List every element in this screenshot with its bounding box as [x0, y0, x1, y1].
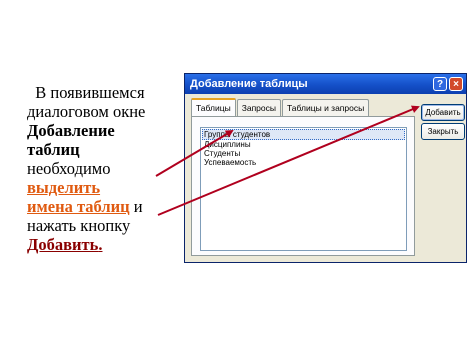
dialog-title: Добавление таблицы	[190, 78, 308, 90]
caption-line: В появившемся	[35, 83, 145, 102]
add-button[interactable]: Добавить	[421, 104, 465, 121]
tab-queries[interactable]: Запросы	[236, 99, 281, 116]
caption-dialog-name: Добавление	[27, 121, 115, 140]
list-item[interactable]: Успеваемость	[202, 158, 405, 167]
add-table-dialog: Добавление таблицы ? × Таблицы Запросы Т…	[184, 73, 467, 263]
caption-highlight-2: имена таблиц и	[27, 197, 143, 216]
tab-tables[interactable]: Таблицы	[191, 98, 236, 117]
close-button[interactable]: Закрыть	[421, 123, 465, 140]
caption-highlight: выделить	[27, 178, 101, 197]
caption-line: диалоговом окне	[27, 102, 146, 121]
list-item[interactable]: Студенты	[202, 149, 405, 158]
help-button[interactable]: ?	[433, 77, 447, 91]
title-bar: Добавление таблицы ? ×	[185, 74, 466, 94]
close-icon[interactable]: ×	[449, 77, 463, 91]
caption-button-name: Добавить.	[27, 235, 103, 254]
tab-tables-and-queries[interactable]: Таблицы и запросы	[282, 99, 370, 116]
caption-line: необходимо	[27, 159, 111, 178]
caption-dialog-name-2: таблиц	[27, 140, 80, 159]
instruction-text: В появившемся диалоговом окне Добавление…	[27, 83, 187, 254]
list-item[interactable]: Дисциплины	[202, 140, 405, 149]
tables-list[interactable]: Группы студентов Дисциплины Студенты Усп…	[200, 127, 407, 251]
list-item[interactable]: Группы студентов	[202, 129, 405, 140]
tab-panel: Группы студентов Дисциплины Студенты Усп…	[191, 116, 415, 256]
caption-line: нажать кнопку	[27, 216, 131, 235]
